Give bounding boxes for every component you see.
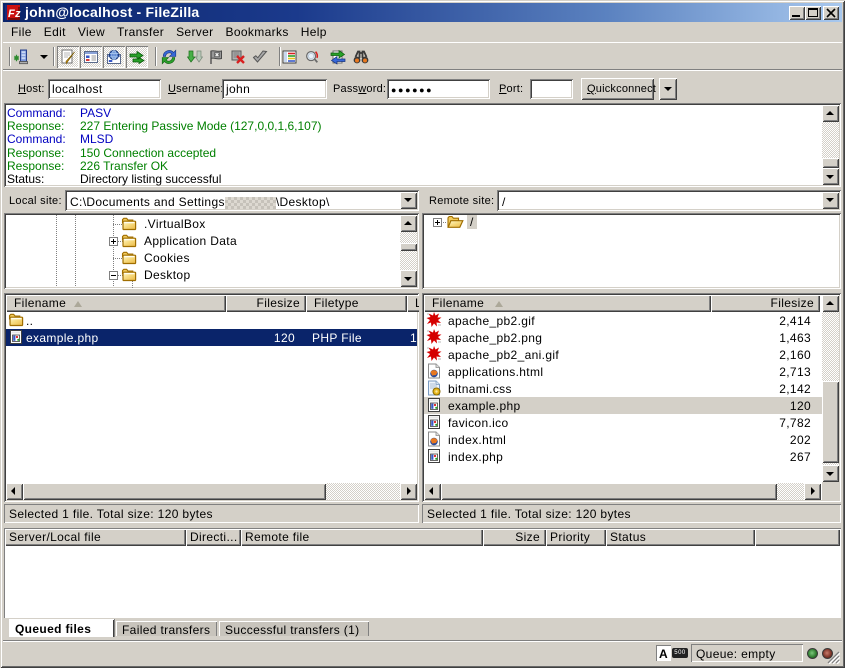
- svg-text:Fz: Fz: [8, 8, 21, 20]
